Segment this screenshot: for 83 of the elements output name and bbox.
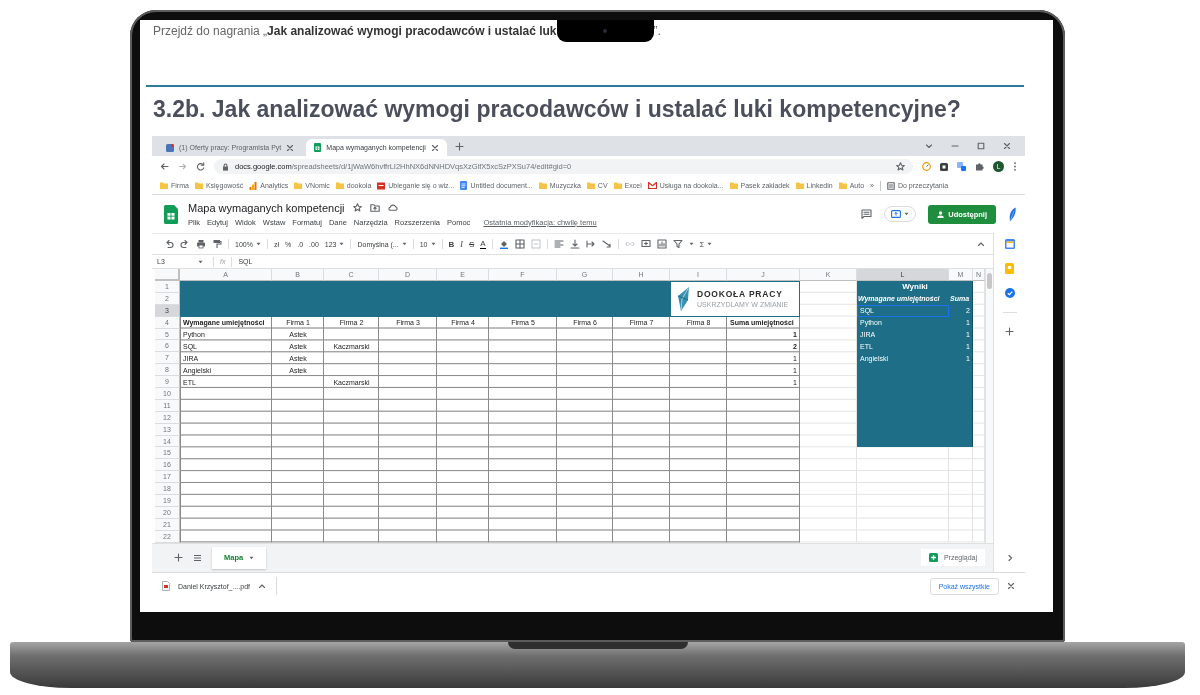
reading-list-icon <box>886 181 895 190</box>
folder-icon <box>795 182 804 189</box>
italic-button[interactable]: I <box>460 239 463 249</box>
caret-icon <box>339 242 345 246</box>
collapse-icon[interactable] <box>977 240 985 248</box>
strikethrough-button[interactable]: S <box>468 239 475 249</box>
add-sheet-icon[interactable] <box>174 553 183 563</box>
folder-icon <box>294 182 303 189</box>
paint-format-icon[interactable] <box>212 239 222 249</box>
lesson-heading: 3.2b. Jak analizować wymogi pracodawców i ustalać luki kompetencyjne? <box>153 96 962 123</box>
redo-icon[interactable] <box>180 239 190 249</box>
add-addon-icon[interactable] <box>1005 327 1014 336</box>
close-icon[interactable] <box>430 143 439 152</box>
caret-icon <box>430 242 436 246</box>
folder-icon <box>729 182 738 189</box>
filter-icon[interactable] <box>672 239 683 249</box>
intro-text-end: ”. <box>653 23 661 38</box>
paper-plane-logo-icon <box>675 285 691 312</box>
results-title: Wyniki <box>901 281 929 293</box>
caret-icon <box>688 242 694 246</box>
text-wrap-icon[interactable] <box>585 239 596 249</box>
spreadsheet-logo-icon[interactable] <box>164 204 178 224</box>
caret-icon <box>249 555 255 560</box>
star-icon[interactable] <box>352 203 362 212</box>
bold-button[interactable]: B <box>448 239 455 249</box>
folder-icon <box>335 182 344 189</box>
expand-panel-icon[interactable] <box>1005 553 1014 562</box>
explore-icon <box>928 553 938 563</box>
present-icon <box>891 210 902 218</box>
puzzle-icon[interactable] <box>975 162 984 171</box>
new-tab-icon[interactable] <box>454 141 464 151</box>
borders-icon[interactable] <box>514 239 525 249</box>
caret-icon <box>401 242 407 246</box>
caret-icon <box>706 242 712 246</box>
document-title[interactable]: Mapa wymaganych kompetencji <box>188 201 345 214</box>
brand-name: DOOKOŁA PRACY <box>697 289 784 300</box>
caret-icon <box>255 242 261 246</box>
text-color-button[interactable]: A <box>480 239 486 249</box>
chevron-up-icon[interactable] <box>258 582 266 591</box>
undo-icon[interactable] <box>164 239 174 249</box>
pdf-file-icon <box>162 581 170 592</box>
feather-logo-icon[interactable] <box>1008 206 1017 222</box>
star-icon[interactable] <box>896 162 905 171</box>
page-icon <box>377 181 386 190</box>
cloud-icon[interactable] <box>387 204 398 211</box>
text-rotate-icon[interactable] <box>601 239 612 249</box>
scrollbar-thumb[interactable] <box>987 273 992 289</box>
close-icon[interactable] <box>1003 142 1011 150</box>
calendar-icon[interactable] <box>1004 239 1015 249</box>
folder-icon <box>838 182 847 189</box>
close-icon[interactable] <box>286 143 295 152</box>
reload-icon[interactable] <box>196 162 205 171</box>
folder-icon <box>194 182 203 189</box>
merge-cells-icon[interactable] <box>530 239 541 249</box>
insert-chart-icon[interactable] <box>656 239 667 249</box>
person-icon <box>937 210 945 218</box>
close-icon[interactable] <box>1007 582 1015 591</box>
fill-color-icon[interactable] <box>498 239 509 249</box>
bar-chart-icon <box>249 181 258 190</box>
folder-icon <box>160 182 168 189</box>
envelope-icon <box>647 182 657 189</box>
folder-icon <box>613 182 622 189</box>
print-icon[interactable] <box>196 239 206 249</box>
back-arrow-icon[interactable] <box>160 162 169 171</box>
caret-icon <box>904 212 910 216</box>
vertical-align-icon[interactable] <box>569 239 580 249</box>
add-comment-icon[interactable] <box>640 239 651 249</box>
maximize-icon[interactable] <box>977 142 985 150</box>
document-icon <box>460 181 468 190</box>
comment-icon[interactable] <box>861 209 873 219</box>
folder-move-icon[interactable] <box>369 203 380 212</box>
folder-icon <box>538 182 547 189</box>
chevron-down-icon[interactable] <box>925 142 933 150</box>
intro-text: Przejdź do nagrania „Jak analizować wymogi pracodawców i ustalać luk <box>153 23 557 38</box>
lock-icon <box>222 162 229 171</box>
sheet-list-icon[interactable] <box>193 553 202 562</box>
caret-icon <box>198 259 203 264</box>
folder-icon <box>586 182 595 189</box>
tasks-icon[interactable] <box>1004 288 1015 298</box>
extension-square-icon[interactable] <box>940 162 948 171</box>
job-board-icon <box>166 143 174 152</box>
spreadsheet-icon <box>314 143 322 152</box>
kebab-menu-icon[interactable] <box>1013 162 1017 171</box>
